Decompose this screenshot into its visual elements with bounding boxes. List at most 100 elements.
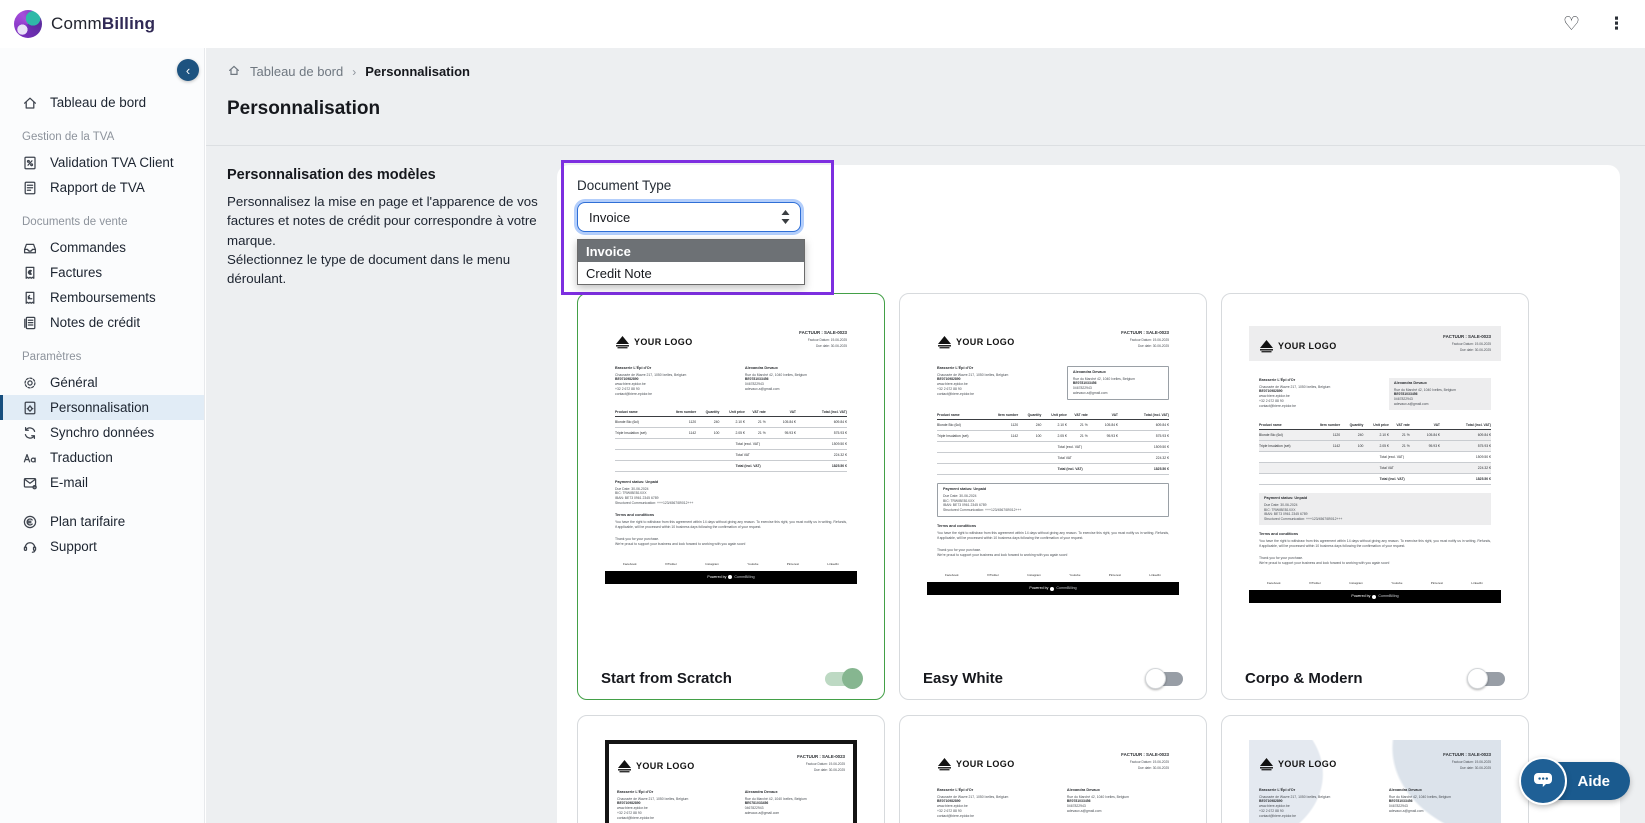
invoice-thanks: Thank you for your purchase. We're proud… xyxy=(937,548,1169,558)
invoice-thanks: Thank you for your purchase. We're proud… xyxy=(1259,556,1491,566)
invoice-due-date: Due date: 30-06-2025 xyxy=(1443,766,1491,771)
breadcrumb-separator: › xyxy=(352,65,356,79)
sidebar-item-synchro-donn-es[interactable]: Synchro données xyxy=(0,420,204,445)
invoice-preview: YOUR LOGO FACTUUR : SALE-0023 Factuur Da… xyxy=(927,740,1179,823)
heart-icon[interactable]: ♡ xyxy=(1563,15,1580,34)
invoice-due-date: Due date: 30-06-2025 xyxy=(799,344,847,349)
document-type-value: Invoice xyxy=(589,210,630,225)
sync-icon xyxy=(22,425,38,441)
invoice-powered-bar: Powered byCommBilling xyxy=(1249,590,1501,603)
template-card-plain[interactable]: YOUR LOGO FACTUUR : SALE-0023 Factuur Da… xyxy=(899,715,1207,823)
sidebar-item-commandes[interactable]: Commandes xyxy=(0,235,204,260)
breadcrumb: Tableau de bord › Personnalisation xyxy=(227,63,470,80)
invoice-date: Factuur Datum: 19-06-2025 xyxy=(797,762,845,767)
social-link-pinterest: Pinterest xyxy=(1431,581,1443,585)
sidebar-item-notes-de-cr-dit[interactable]: Notes de crédit xyxy=(0,310,204,335)
sidebar-section-param-tres: Paramètres xyxy=(0,349,204,365)
invoice-powered-bar: Powered byCommBilling xyxy=(927,582,1179,595)
breadcrumb-home-link[interactable]: Tableau de bord xyxy=(250,64,343,79)
invoice-ref: FACTUUR : SALE-0023 xyxy=(1121,330,1169,336)
invoice-table: Product nameItem numberQuantityUnit pric… xyxy=(615,410,847,472)
social-link-youtube: Youtube xyxy=(747,562,758,566)
social-link-pinterest: Pinterest xyxy=(787,562,799,566)
invoice-buyer-block: Alexandra Devaux Rue du Marché 42, 1040 … xyxy=(745,366,847,397)
brand-dot-icon xyxy=(1050,587,1054,591)
templates-grid: YOUR LOGO FACTUUR : SALE-0023 Factuur Da… xyxy=(577,293,1529,823)
pricing-icon xyxy=(22,514,38,530)
option-invoice[interactable]: Invoice xyxy=(578,240,804,262)
invoice-due-date: Due date: 30-06-2025 xyxy=(1443,348,1491,353)
document-type-listbox: InvoiceCredit Note xyxy=(577,239,805,285)
invoice-thanks: Thank you for your purchase. We're proud… xyxy=(615,537,847,547)
mail-icon xyxy=(22,475,38,491)
invoice-buyer-block: Alexandra Devaux Rue du Marché 42, 1040 … xyxy=(1389,378,1491,410)
social-link-linkedin: LinkedIn xyxy=(1471,581,1483,585)
invoice-social-links: FacebookX/TwitterInstagramYoutubePintere… xyxy=(615,562,847,566)
home-icon xyxy=(22,95,38,111)
document-type-select[interactable]: Invoice xyxy=(577,202,801,232)
invoice-logo-text: YOUR LOGO xyxy=(956,758,1015,771)
toggle-knob xyxy=(1145,668,1166,689)
invoice-logo-text: YOUR LOGO xyxy=(956,336,1015,349)
invoice-payment-block: Payment status: Unpaid Due Date: 30-06-2… xyxy=(615,480,847,506)
invoice-table: Product nameItem numberQuantityUnit pric… xyxy=(1259,423,1491,485)
invoice-buyer-block: Alexandra Devaux Rue du Marché 42, 1040 … xyxy=(745,790,845,821)
gear-icon xyxy=(22,375,38,391)
template-toggle[interactable] xyxy=(1147,672,1183,686)
orders-icon xyxy=(22,240,38,256)
help-button[interactable]: Aide xyxy=(1519,757,1630,805)
social-link-youtube: Youtube xyxy=(1391,581,1402,585)
sidebar-item-tableau-de-bord[interactable]: Tableau de bord xyxy=(0,90,204,115)
template-card-easy-white[interactable]: YOUR LOGO FACTUUR : SALE-0023 Factuur Da… xyxy=(899,293,1207,700)
invoice-preview: YOUR LOGO FACTUUR : SALE-0023 Factuur Da… xyxy=(605,740,857,823)
invoice-icon xyxy=(22,265,38,281)
template-card-start-from-scratch[interactable]: YOUR LOGO FACTUUR : SALE-0023 Factuur Da… xyxy=(577,293,885,700)
template-card-soft-curve[interactable]: YOUR LOGO FACTUUR : SALE-0023 Factuur Da… xyxy=(1221,715,1529,823)
toggle-knob xyxy=(842,668,863,689)
social-link-instagram: Instagram xyxy=(1349,581,1363,585)
option-credit-note[interactable]: Credit Note xyxy=(578,262,804,284)
invoice-ref: FACTUUR : SALE-0023 xyxy=(1443,334,1491,340)
translate-icon xyxy=(22,450,38,466)
sidebar-item-rapport-de-tva[interactable]: Rapport de TVA xyxy=(0,175,204,200)
invoice-date: Factuur Datum: 19-06-2025 xyxy=(1121,338,1169,343)
intro-body-2: Sélectionnez le type de document dans le… xyxy=(227,250,551,289)
breadcrumb-current: Personnalisation xyxy=(365,64,470,79)
invoice-ref: FACTUUR : SALE-0023 xyxy=(1443,752,1491,758)
sidebar-section-documents-de-vente: Documents de vente xyxy=(0,214,204,230)
sidebar-item-g-n-ral[interactable]: Général xyxy=(0,370,204,395)
invoice-ref: FACTUUR : SALE-0023 xyxy=(799,330,847,336)
brand-logo[interactable]: CommBilling xyxy=(14,10,155,38)
invoice-table: Product nameItem numberQuantityUnit pric… xyxy=(937,413,1169,475)
sidebar-collapse-button[interactable]: ‹ xyxy=(177,59,199,81)
invoice-payment-block: Payment status: Unpaid Due Date: 30-06-2… xyxy=(937,483,1169,517)
sidebar-item-factures[interactable]: Factures xyxy=(0,260,204,285)
sidebar-item-plan-tarifaire[interactable]: Plan tarifaire xyxy=(0,509,204,534)
sidebar-item-e-mail[interactable]: E-mail xyxy=(0,470,204,495)
social-link-instagram: Instagram xyxy=(1027,573,1041,577)
sidebar-item-traduction[interactable]: Traduction xyxy=(0,445,204,470)
invoice-due-date: Due date: 30-06-2025 xyxy=(797,768,845,773)
kebab-menu-icon[interactable]: ⋮ xyxy=(1608,16,1625,33)
template-toggle[interactable] xyxy=(825,672,861,686)
template-card-corpo-modern[interactable]: YOUR LOGO FACTUUR : SALE-0023 Factuur Da… xyxy=(1221,293,1529,700)
sidebar-item-remboursements[interactable]: Remboursements xyxy=(0,285,204,310)
invoice-date: Factuur Datum: 19-06-2025 xyxy=(1121,760,1169,765)
sidebar-item-personnalisation[interactable]: Personnalisation xyxy=(0,395,204,420)
sidebar-item-support[interactable]: Support xyxy=(0,534,204,559)
template-toggle[interactable] xyxy=(1469,672,1505,686)
sidebar-item-validation-tva-client[interactable]: Validation TVA Client xyxy=(0,150,204,175)
template-name: Start from Scratch xyxy=(601,670,732,687)
invoice-buyer-block: Alexandra Devaux Rue du Marché 42, 1040 … xyxy=(1389,788,1491,819)
invoice-logo-text: YOUR LOGO xyxy=(634,336,693,349)
social-link-x-twitter: X/Twitter xyxy=(665,562,677,566)
invoice-social-links: FacebookX/TwitterInstagramYoutubePintere… xyxy=(937,573,1169,577)
invoice-logo: YOUR LOGO xyxy=(617,760,695,773)
social-link-facebook: Facebook xyxy=(1267,581,1281,585)
template-card-black-frame[interactable]: YOUR LOGO FACTUUR : SALE-0023 Factuur Da… xyxy=(577,715,885,823)
brand-logo-icon xyxy=(14,10,42,38)
social-link-x-twitter: X/Twitter xyxy=(1309,581,1321,585)
select-stepper-icon xyxy=(781,210,790,224)
invoice-terms-block: Terms and conditions You have the right … xyxy=(615,513,847,529)
invoice-preview: YOUR LOGO FACTUUR : SALE-0023 Factuur Da… xyxy=(1249,740,1501,823)
